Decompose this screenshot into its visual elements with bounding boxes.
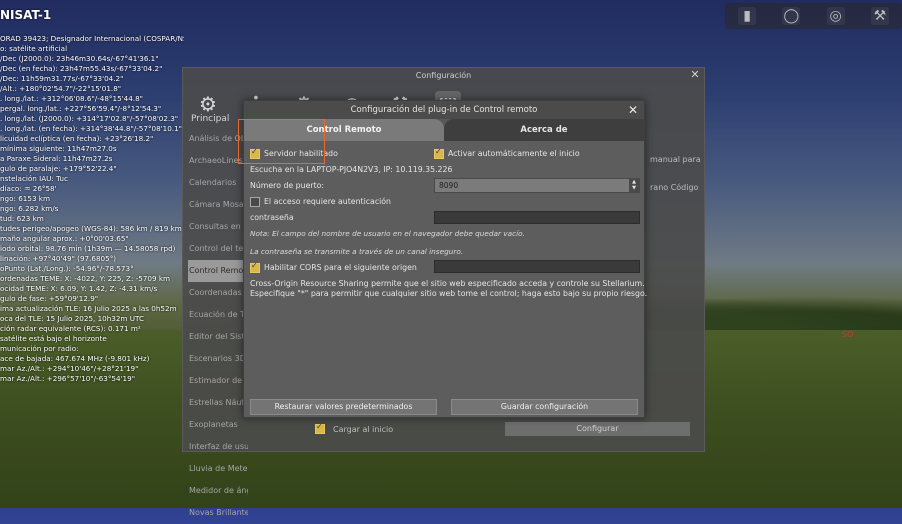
info-line: /Dec: 11h59m31.77s/-67°33'04.2" xyxy=(0,74,124,83)
info-line: tud: 623 km xyxy=(0,214,44,223)
checkbox-icon[interactable] xyxy=(250,261,260,273)
cardinal-label: SO xyxy=(842,330,854,339)
info-line: mar Az./Alt.: +294°10'46"/+28°21'19" xyxy=(0,364,139,373)
info-line: satélite está bajo el horizonte xyxy=(0,334,107,343)
listening-info: Escucha en la LAPTOP-PJO4N2V3, IP: 10.11… xyxy=(250,165,453,174)
auth-checkbox[interactable]: El acceso requiere autenticación xyxy=(250,197,391,207)
info-line: o: satélite artificial xyxy=(0,44,68,53)
plugin-list-item[interactable]: Lluvia de Meteoros xyxy=(188,458,248,480)
info-line: gulo de paralaje: +179°52'22.4" xyxy=(0,164,117,173)
info-line: mar Az./Alt.: +296°57'10"/-63°54'19" xyxy=(0,374,136,383)
info-line: nstelación IAU: Tuc xyxy=(0,174,68,183)
password-input[interactable] xyxy=(434,211,640,224)
object-title: NISAT-1 xyxy=(0,8,52,22)
port-value: 8090 xyxy=(439,181,459,190)
trash-icon[interactable]: ▮ xyxy=(738,7,757,25)
dialog-title: Configuración del plug-in de Control rem… xyxy=(244,101,644,119)
info-line: gulo de fase: +59°09'12.9" xyxy=(0,294,99,303)
port-input[interactable]: 8090 ▲ ▼ xyxy=(434,178,640,193)
cors-checkbox[interactable]: Habilitar CORS para el siguiente origen xyxy=(250,261,417,273)
info-line: ción radar equivalente (RCS): 0.171 m² xyxy=(0,324,141,333)
tab-about[interactable]: Acerca de xyxy=(444,119,644,141)
plugin-list-item[interactable]: Editor del Sistema Solar xyxy=(188,326,248,348)
checkbox-icon[interactable] xyxy=(315,422,325,434)
info-line: díaco: ♒ 26°58' xyxy=(0,184,57,193)
password-note: La contraseña se transmite a través de u… xyxy=(250,247,464,256)
close-icon[interactable]: ✕ xyxy=(627,103,639,117)
close-icon[interactable]: ✕ xyxy=(689,69,701,81)
cors-label: Habilitar CORS para el siguiente origen xyxy=(264,263,417,272)
info-line: . long./lat. (en fecha): +314°38'44.8"/-… xyxy=(0,124,182,133)
info-line: oPunto (Lat./Long.): -54.96°/-78.573° xyxy=(0,264,134,273)
auto-activate-label: Activar automáticamente el inicio xyxy=(448,149,580,158)
spinner-arrows-icon[interactable]: ▲ ▼ xyxy=(629,179,639,192)
cors-description-1: Cross-Origin Resource Sharing permite qu… xyxy=(250,279,645,288)
cors-description-2: Especifique "*" para permitir que cualqu… xyxy=(250,289,648,298)
plugin-list-item[interactable]: Control Remoto xyxy=(188,260,248,282)
info-lines: ORAD 39423; Designador Internacional (CO… xyxy=(0,34,184,384)
target-icon[interactable]: ◎ xyxy=(826,7,845,25)
wrench-icon[interactable]: ⚒ xyxy=(870,7,889,25)
info-line: ngo: 6.282 km/s xyxy=(0,204,59,213)
info-line: maño angular aprox.: +0°00'03.65" xyxy=(0,234,129,243)
info-line: tudes perigeo/apogeo (WGS-84): 586 km / … xyxy=(0,224,182,233)
plugin-list-item[interactable]: Ecuación de Tiempo xyxy=(188,304,248,326)
info-line: municación por radio: xyxy=(0,344,79,353)
circle-icon[interactable]: ◯ xyxy=(782,7,801,25)
plugin-list-item[interactable]: Interfaz de usuario xyxy=(188,436,248,458)
top-toolbar: ▮ ◯ ◎ ⚒ xyxy=(725,3,902,29)
save-settings-button[interactable]: Guardar configuración xyxy=(451,399,638,415)
password-label: contraseña xyxy=(250,213,294,222)
plugin-list-item[interactable]: Medidor de ángulos xyxy=(188,480,248,502)
plugin-list-item[interactable]: Exoplanetas xyxy=(188,414,248,436)
info-line: ocidad TEME: X: 6.09, Y: 1.42, Z: -4.31 … xyxy=(0,284,158,293)
plugin-list-item[interactable]: Cámara Mosaico xyxy=(188,194,248,216)
plugin-list-item[interactable]: Calendarios xyxy=(188,172,248,194)
info-line: ORAD 39423; Designador Internacional (CO… xyxy=(0,34,184,43)
info-line: oca del TLE: 15 Julio 2025, 10h32m UTC xyxy=(0,314,144,323)
plugin-list-item[interactable]: Escenarios 3D xyxy=(188,348,248,370)
info-line: . long./lat.: +312°06'08.6"/-48°15'44.8" xyxy=(0,94,143,103)
checkbox-icon[interactable] xyxy=(250,197,260,207)
info-line: iodo orbital: 98.76 min (1h39m — 14.5805… xyxy=(0,244,176,253)
plugin-list-item[interactable]: Control del telescopio xyxy=(188,238,248,260)
plugin-list-item[interactable]: Novas Brillantes xyxy=(188,502,248,524)
plugin-list-item[interactable]: Coordenadas de Barra xyxy=(188,282,248,304)
auto-activate-checkbox[interactable]: Activar automáticamente el inicio xyxy=(434,147,580,159)
info-line: ordenadas TEME: X: -4022, Y: 225, Z: -57… xyxy=(0,274,171,283)
info-line: pergal. long./lat.: +227°56'59.4"/-8°12'… xyxy=(0,104,162,113)
info-line: ima actualización TLE: 16 Julio 2025 a l… xyxy=(0,304,177,313)
restore-defaults-button[interactable]: Restaurar valores predeterminados xyxy=(250,399,437,415)
configuration-title: Configuración xyxy=(415,71,472,80)
plugin-list-item[interactable]: Estimador de distancias xyxy=(188,370,248,392)
checkbox-icon[interactable] xyxy=(434,147,444,159)
plugin-list-item[interactable]: Estrellas Náuticas xyxy=(188,392,248,414)
info-line: /Dec (en fecha): 23h47m55.43s/-67°33'04.… xyxy=(0,64,163,73)
load-at-start-checkbox[interactable]: Cargar al inicio xyxy=(315,422,394,434)
side-text-1: manual para xyxy=(650,155,701,164)
principal-label: Principal xyxy=(191,114,230,124)
plugin-list: Análisis de ObservacionesArchaeoLinesCal… xyxy=(188,128,248,517)
info-line: /Dec (J2000.0): 23h46m30.64s/-67°41'36.1… xyxy=(0,54,159,63)
load-at-start-label: Cargar al inicio xyxy=(333,424,394,434)
plugin-list-item[interactable]: Consultas en la Red xyxy=(188,216,248,238)
info-line: ngo: 6153 km xyxy=(0,194,50,203)
info-line: ace de bajada: 467.674 MHz (-9.801 kHz) xyxy=(0,354,150,363)
username-note: Nota: El campo del nombre de usuario en … xyxy=(250,229,525,238)
info-line: /Alt.: +180°02'54.7"/-22°15'01.8" xyxy=(0,84,122,93)
info-line: a Paraxe Sideral: 11h47m27.2s xyxy=(0,154,113,163)
port-label: Número de puerto: xyxy=(250,181,325,190)
info-line: linación: +97°40'49" (97.6805°) xyxy=(0,254,117,263)
dialog-body: Servidor habilitado Activar automáticame… xyxy=(244,141,648,417)
cors-origin-input[interactable] xyxy=(434,260,640,273)
object-info-panel: NISAT-1 ORAD 39423; Designador Internaci… xyxy=(0,6,184,406)
side-text-2: rano Código xyxy=(650,183,699,192)
info-line: mínima siguiente: 11h47m27.0s xyxy=(0,144,117,153)
info-line: licuidad eclíptica (en fecha): +23°26'18… xyxy=(0,134,154,143)
configure-button[interactable]: Configurar xyxy=(505,422,690,436)
focus-highlight xyxy=(238,119,325,164)
info-line: . long./lat. (J2000.0): +314°17'02.8"/-5… xyxy=(0,114,179,123)
auth-label: El acceso requiere autenticación xyxy=(264,197,391,206)
